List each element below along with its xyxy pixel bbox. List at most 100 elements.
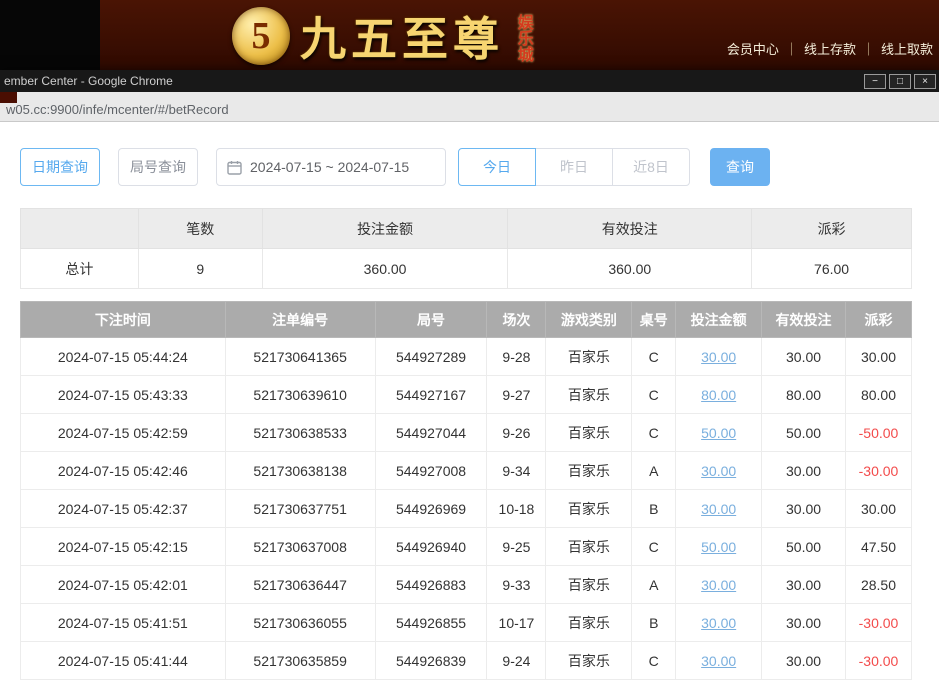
- close-button[interactable]: ×: [914, 74, 936, 89]
- table-row: 2024-07-15 05:42:46521730638138544927008…: [21, 452, 912, 490]
- summary-header-blank: [21, 209, 139, 249]
- cell-session: 9-34: [487, 452, 546, 490]
- table-row: 2024-07-15 05:42:37521730637751544926969…: [21, 490, 912, 528]
- cell-order: 521730638533: [225, 414, 375, 452]
- date-range-value: 2024-07-15 ~ 2024-07-15: [250, 159, 409, 175]
- window-controls: − □ ×: [864, 74, 936, 89]
- cell-valid: 30.00: [762, 566, 846, 604]
- today-button[interactable]: 今日: [458, 148, 536, 186]
- bet-amount-link[interactable]: 30.00: [701, 463, 736, 479]
- summary-bet-amount: 360.00: [262, 249, 508, 289]
- cell-game: 百家乐: [546, 490, 632, 528]
- summary-payout: 76.00: [752, 249, 912, 289]
- header-payout: 派彩: [845, 302, 911, 338]
- nav-withdraw-link[interactable]: 线上取款: [881, 42, 933, 57]
- cell-valid: 80.00: [762, 376, 846, 414]
- cell-order: 521730638138: [225, 452, 375, 490]
- cell-session: 10-18: [487, 490, 546, 528]
- maximize-button[interactable]: □: [889, 74, 911, 89]
- cell-table: C: [632, 414, 676, 452]
- cell-round: 544927167: [375, 376, 487, 414]
- summary-valid-bet: 360.00: [508, 249, 752, 289]
- cell-round: 544927008: [375, 452, 487, 490]
- last-8-days-button[interactable]: 近8日: [612, 148, 690, 186]
- banner-nav: 会员中心｜线上存款｜线上取款: [727, 39, 933, 58]
- cell-table: C: [632, 338, 676, 376]
- cell-round: 544926855: [375, 604, 487, 642]
- cell-game: 百家乐: [546, 376, 632, 414]
- cell-order: 521730637008: [225, 528, 375, 566]
- cell-payout: 80.00: [845, 376, 911, 414]
- bet-amount-link[interactable]: 30.00: [701, 349, 736, 365]
- cell-session: 9-27: [487, 376, 546, 414]
- cell-bet: 80.00: [676, 376, 762, 414]
- cell-bet: 30.00: [676, 490, 762, 528]
- header-valid-bet: 有效投注: [762, 302, 846, 338]
- header-bet-amount: 投注金额: [676, 302, 762, 338]
- cell-time: 2024-07-15 05:42:37: [21, 490, 226, 528]
- site-logo: 5 九五至尊 娱乐城: [232, 3, 531, 69]
- cell-session: 10-17: [487, 604, 546, 642]
- table-row: 2024-07-15 05:41:51521730636055544926855…: [21, 604, 912, 642]
- logo-coin-icon: 5: [232, 7, 290, 65]
- window-titlebar[interactable]: ember Center - Google Chrome − □ ×: [0, 70, 939, 92]
- minimize-button[interactable]: −: [864, 74, 886, 89]
- nav-deposit-link[interactable]: 线上存款: [804, 42, 856, 57]
- cell-game: 百家乐: [546, 414, 632, 452]
- cell-game: 百家乐: [546, 642, 632, 680]
- bet-amount-link[interactable]: 50.00: [701, 539, 736, 555]
- cell-bet: 30.00: [676, 566, 762, 604]
- bet-amount-link[interactable]: 30.00: [701, 615, 736, 631]
- bet-amount-link[interactable]: 30.00: [701, 577, 736, 593]
- cell-session: 9-28: [487, 338, 546, 376]
- cell-payout: -30.00: [845, 452, 911, 490]
- table-row: 2024-07-15 05:42:59521730638533544927044…: [21, 414, 912, 452]
- search-button[interactable]: 查询: [710, 148, 770, 186]
- date-query-button[interactable]: 日期查询: [20, 148, 100, 186]
- bet-amount-link[interactable]: 30.00: [701, 501, 736, 517]
- cell-time: 2024-07-15 05:42:15: [21, 528, 226, 566]
- cell-game: 百家乐: [546, 338, 632, 376]
- bet-amount-link[interactable]: 50.00: [701, 425, 736, 441]
- header-bet-time: 下注时间: [21, 302, 226, 338]
- cell-payout: -30.00: [845, 642, 911, 680]
- summary-total-label: 总计: [21, 249, 139, 289]
- quick-range-group: 今日 昨日 近8日: [458, 148, 690, 186]
- cell-table: A: [632, 452, 676, 490]
- summary-header-bet-amount: 投注金额: [262, 209, 508, 249]
- cell-bet: 30.00: [676, 642, 762, 680]
- nav-member-center-link[interactable]: 会员中心: [727, 42, 779, 57]
- yesterday-button[interactable]: 昨日: [535, 148, 613, 186]
- header-order-no: 注单编号: [225, 302, 375, 338]
- summary-header-valid-bet: 有效投注: [508, 209, 752, 249]
- cell-bet: 30.00: [676, 604, 762, 642]
- cell-payout: 30.00: [845, 490, 911, 528]
- cell-valid: 30.00: [762, 642, 846, 680]
- bet-table-header-row: 下注时间 注单编号 局号 场次 游戏类别 桌号 投注金额 有效投注 派彩: [21, 302, 912, 338]
- site-banner: 5 九五至尊 娱乐城 会员中心｜线上存款｜线上取款: [0, 0, 939, 78]
- cell-order: 521730635859: [225, 642, 375, 680]
- cell-order: 521730636447: [225, 566, 375, 604]
- bet-amount-link[interactable]: 80.00: [701, 387, 736, 403]
- header-game-type: 游戏类别: [546, 302, 632, 338]
- summary-count: 9: [138, 249, 262, 289]
- bet-amount-link[interactable]: 30.00: [701, 653, 736, 669]
- summary-table: 笔数 投注金额 有效投注 派彩 总计 9 360.00 360.00 76.00: [20, 208, 912, 289]
- date-range-input[interactable]: 2024-07-15 ~ 2024-07-15: [216, 148, 446, 186]
- cell-order: 521730641365: [225, 338, 375, 376]
- cell-valid: 50.00: [762, 528, 846, 566]
- cell-table: B: [632, 490, 676, 528]
- cell-valid: 30.00: [762, 604, 846, 642]
- cell-game: 百家乐: [546, 566, 632, 604]
- bet-table-body: 2024-07-15 05:44:24521730641365544927289…: [21, 338, 912, 680]
- cell-valid: 30.00: [762, 452, 846, 490]
- cell-time: 2024-07-15 05:41:51: [21, 604, 226, 642]
- address-bar[interactable]: w05.cc:9900/infe/mcenter/#/betRecord: [0, 92, 939, 122]
- table-row: 2024-07-15 05:44:24521730641365544927289…: [21, 338, 912, 376]
- cell-session: 9-26: [487, 414, 546, 452]
- calendar-icon: [227, 160, 242, 175]
- cell-time: 2024-07-15 05:44:24: [21, 338, 226, 376]
- round-query-button[interactable]: 局号查询: [118, 148, 198, 186]
- cell-table: B: [632, 604, 676, 642]
- cell-time: 2024-07-15 05:42:46: [21, 452, 226, 490]
